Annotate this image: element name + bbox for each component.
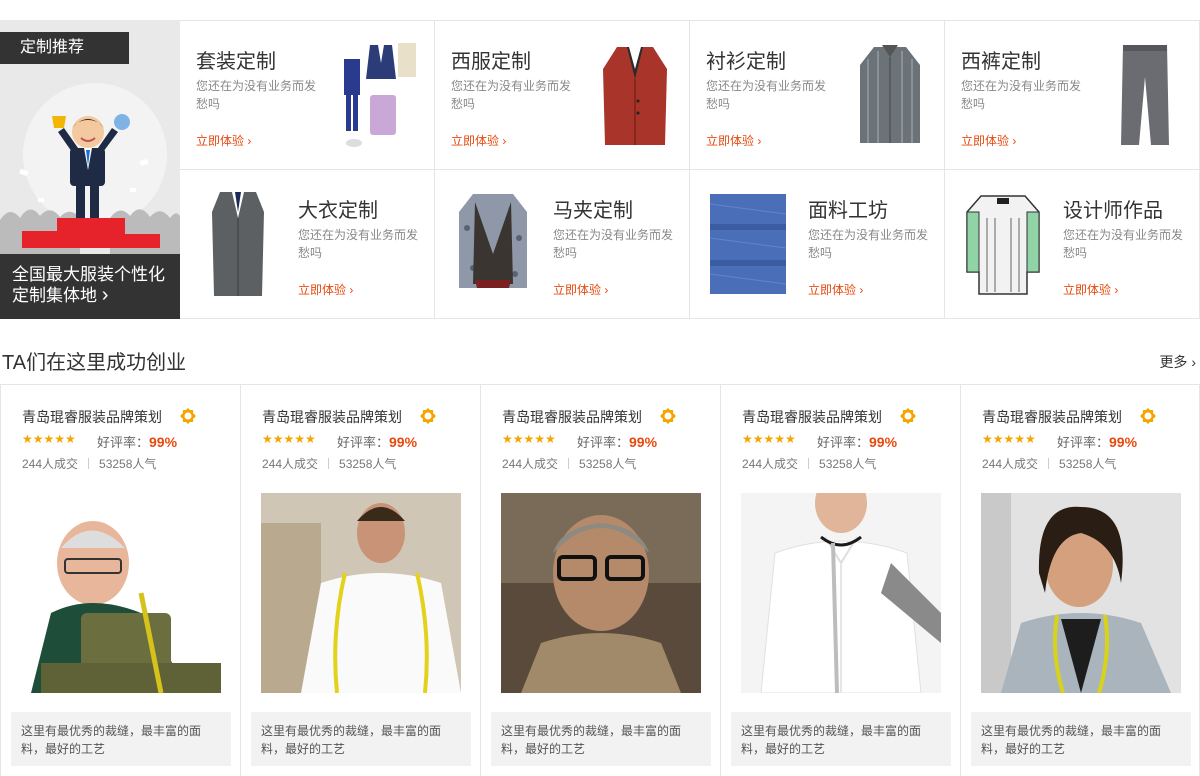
verified-badge-icon [1140,408,1156,424]
category-title: 西服定制 [451,51,531,73]
shop-quote: 这里有最优秀的裁缝，最丰富的面料，最好的工艺 [11,712,231,766]
shop-quote: 这里有最优秀的裁缝，最丰富的面料，最好的工艺 [491,712,711,766]
verified-badge-icon [900,408,916,424]
verified-badge-icon [420,408,436,424]
try-now-link[interactable]: 立即体验 › [196,132,251,149]
category-title: 衬衫定制 [706,51,786,73]
category-title: 马夹定制 [553,200,633,222]
category-card-overcoat[interactable]: 大衣定制 您还在为没有业务而发愁吗 立即体验 › [180,170,435,319]
vest-icon [459,194,527,288]
rating-stars: ★★★★★ [742,432,796,446]
shop-stats: 244人成交 53258人气 [22,457,157,471]
celebrating-tailor-illustration [0,83,180,260]
rating-rate: 好评率：99% [577,434,658,450]
shop-name[interactable]: 青岛琨睿服装品牌策划 [982,407,1122,427]
category-card-suit-set[interactable]: 套装定制 您还在为没有业务而发愁吗 立即体验 › [180,21,435,170]
shop-stats: 244人成交 53258人气 [982,457,1117,471]
category-title: 套装定制 [196,51,276,73]
rating-stars: ★★★★★ [982,432,1036,446]
tailor-card[interactable]: 青岛琨睿服装品牌策划 ★★★★★ 好评率：99% 244人成交 53258人气 这… [240,385,480,776]
category-desc: 您还在为没有业务而发愁吗 [553,228,674,260]
rating-stars: ★★★★★ [262,432,316,446]
tailor-card[interactable]: 青岛琨睿服装品牌策划 ★★★★★ 好评率：99% 244人成交 53258人气 这… [0,385,240,776]
try-now-link[interactable]: 立即体验 › [961,132,1016,149]
rating-rate: 好评率：99% [817,434,898,450]
category-desc: 您还在为没有业务而发愁吗 [298,228,419,260]
tailor-card[interactable]: 青岛琨睿服装品牌策划 ★★★★★ 好评率：99% 244人成交 53258人气 这… [720,385,960,776]
shop-name[interactable]: 青岛琨睿服装品牌策划 [22,407,162,427]
try-now-link[interactable]: 立即体验 › [553,281,608,298]
category-grid: 套装定制 您还在为没有业务而发愁吗 立即体验 › 西服定制 您还在为没有业务而发… [180,20,1200,319]
more-link[interactable]: 更多 › [1159,352,1196,372]
rating-rate: 好评率：99% [97,434,178,450]
man-glasses-photo[interactable] [501,493,701,693]
category-desc: 您还在为没有业务而发愁吗 [706,79,827,111]
tailor-card[interactable]: 青岛琨睿服装品牌策划 ★★★★★ 好评率：99% 244人成交 53258人气 这… [480,385,720,776]
white-shirt-tape-photo[interactable] [741,493,941,693]
shop-stats: 244人成交 53258人气 [502,457,637,471]
custom-recommend-section: 定制推荐 全国最大服装个性化 定制集体地 › 套装定制 您还在为没有业务而发愁吗… [0,20,1200,319]
category-title: 设计师作品 [1063,200,1163,222]
category-card-designer[interactable]: 设计师作品 您还在为没有业务而发愁吗 立即体验 › [945,170,1200,319]
category-title: 面料工坊 [808,200,888,222]
shop-stats: 244人成交 53258人气 [262,457,397,471]
section-title: TA们在这里成功创业 [2,352,187,374]
promo-tag: 定制推荐 [0,32,129,64]
tailor-measuring-tape-photo[interactable] [261,493,461,693]
promo-slogan-line1: 全国最大服装个性化 [12,265,165,284]
chevron-right-icon: › [101,284,109,306]
shop-quote: 这里有最优秀的裁缝，最丰富的面料，最好的工艺 [731,712,951,766]
category-card-vest[interactable]: 马夹定制 您还在为没有业务而发愁吗 立即体验 › [435,170,690,319]
young-tailor-photo[interactable] [981,493,1181,693]
promo-banner[interactable]: 定制推荐 全国最大服装个性化 定制集体地 › [0,20,180,319]
category-desc: 您还在为没有业务而发愁吗 [961,79,1082,111]
promo-slogan[interactable]: 全国最大服装个性化 定制集体地 › [0,254,180,319]
category-title: 西裤定制 [961,51,1041,73]
designer-jacket-icon [966,195,1040,295]
shop-quote: 这里有最优秀的裁缝，最丰富的面料，最好的工艺 [251,712,471,766]
rating-stars: ★★★★★ [502,432,556,446]
verified-badge-icon [660,408,676,424]
category-card-fabric[interactable]: 面料工坊 您还在为没有业务而发愁吗 立即体验 › [690,170,945,319]
category-title: 大衣定制 [298,200,378,222]
tailor-card[interactable]: 青岛琨睿服装品牌策划 ★★★★★ 好评率：99% 244人成交 53258人气 这… [960,385,1200,776]
tailor-card-list: 青岛琨睿服装品牌策划 ★★★★★ 好评率：99% 244人成交 53258人气 这… [0,384,1200,776]
try-now-link[interactable]: 立即体验 › [451,132,506,149]
verified-badge-icon [180,408,196,424]
shop-quote: 这里有最优秀的裁缝，最丰富的面料，最好的工艺 [971,712,1191,766]
rating-rate: 好评率：99% [1057,434,1138,450]
shop-name[interactable]: 青岛琨睿服装品牌策划 [262,407,402,427]
fabric-icon [709,194,787,294]
shirt-icon [860,45,920,143]
category-card-shirt[interactable]: 衬衫定制 您还在为没有业务而发愁吗 立即体验 › [690,21,945,170]
tailor-sewing-photo[interactable] [21,493,221,693]
blazer-icon [603,47,667,145]
rating-rate: 好评率：99% [337,434,418,450]
rating-stars: ★★★★★ [22,432,76,446]
category-card-trousers[interactable]: 西裤定制 您还在为没有业务而发愁吗 立即体验 › [945,21,1200,170]
shop-stats: 244人成交 53258人气 [742,457,877,471]
category-desc: 您还在为没有业务而发愁吗 [1063,228,1184,260]
try-now-link[interactable]: 立即体验 › [706,132,761,149]
try-now-link[interactable]: 立即体验 › [1063,281,1118,298]
shop-name[interactable]: 青岛琨睿服装品牌策划 [742,407,882,427]
try-now-link[interactable]: 立即体验 › [808,281,863,298]
promo-slogan-line2: 定制集体地 › [12,284,109,306]
category-desc: 您还在为没有业务而发愁吗 [808,228,929,260]
suit-set-icon [344,43,416,147]
category-card-blazer[interactable]: 西服定制 您还在为没有业务而发愁吗 立即体验 › [435,21,690,170]
category-desc: 您还在为没有业务而发愁吗 [196,79,317,111]
shop-name[interactable]: 青岛琨睿服装品牌策划 [502,407,642,427]
try-now-link[interactable]: 立即体验 › [298,281,353,298]
overcoat-icon [212,192,264,296]
category-desc: 您还在为没有业务而发愁吗 [451,79,572,111]
trousers-icon [1121,45,1169,145]
